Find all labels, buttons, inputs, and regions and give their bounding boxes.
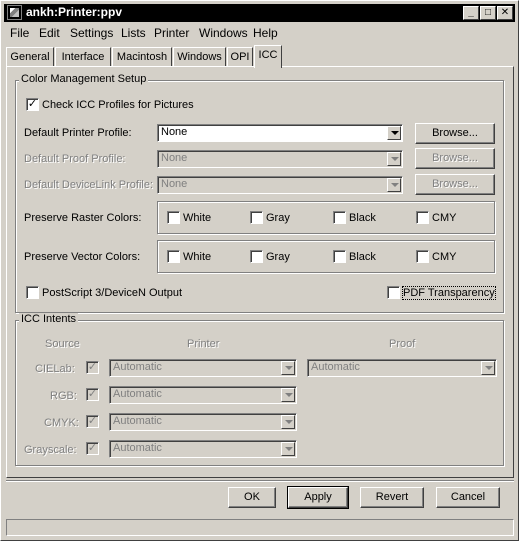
menu-edit[interactable]: Edit: [39, 26, 60, 40]
tab-icc[interactable]: ICC: [254, 45, 282, 68]
intent-rgb-checkbox[interactable]: ✓: [86, 388, 99, 401]
preserve-vector-label: Preserve Vector Colors:: [24, 251, 141, 263]
intent-cielab-proof-value: Automatic: [311, 361, 360, 373]
menu-printer[interactable]: Printer: [154, 26, 189, 40]
title-bar[interactable]: ankh:Printer:ppv _ □ ✕: [4, 4, 515, 22]
maximize-button[interactable]: □: [480, 6, 496, 20]
postscript3-checkbox[interactable]: [26, 286, 39, 299]
menu-file[interactable]: File: [10, 26, 29, 40]
apply-button[interactable]: Apply: [287, 486, 349, 509]
status-bar: [6, 519, 514, 536]
intent-grayscale-printer-select[interactable]: Automatic: [109, 440, 297, 458]
menu-lists[interactable]: Lists: [121, 26, 146, 40]
vector-white-label: White: [183, 251, 212, 263]
printer-settings-window: ankh:Printer:ppv _ □ ✕ File Edit Setting…: [0, 0, 519, 541]
default-proof-profile-value: None: [161, 152, 188, 164]
menu-windows[interactable]: Windows: [199, 26, 248, 40]
pdf-transparency-label: PDF Transparency: [402, 286, 496, 300]
vector-gray-checkbox[interactable]: [250, 250, 263, 263]
app-icon[interactable]: [7, 5, 22, 20]
intent-row-cmyk-label: CMYK:: [44, 417, 79, 429]
raster-white-label: White: [183, 212, 212, 224]
proof-header: Proof: [389, 338, 416, 350]
revert-button[interactable]: Revert: [360, 487, 424, 508]
raster-black-label: Black: [349, 212, 376, 224]
raster-gray-label: Gray: [266, 212, 290, 224]
chevron-down-icon[interactable]: [281, 388, 295, 402]
check-icc-label: Check ICC Profiles for Pictures: [42, 99, 194, 111]
default-devicelink-profile-label: Default DeviceLink Profile:: [24, 179, 154, 191]
vector-cmy-checkbox[interactable]: [416, 250, 429, 263]
default-printer-profile-select[interactable]: None: [157, 124, 403, 142]
default-proof-profile-label: Default Proof Profile:: [24, 153, 126, 165]
tab-general[interactable]: General: [6, 47, 54, 67]
postscript3-label: PostScript 3/DeviceN Output: [42, 287, 183, 299]
source-header: Source: [45, 338, 80, 350]
menu-help[interactable]: Help: [253, 26, 278, 40]
chevron-down-icon[interactable]: [481, 361, 495, 375]
raster-white-checkbox[interactable]: [167, 211, 180, 224]
intent-rgb-printer-value: Automatic: [113, 388, 162, 400]
browse-devicelink-profile-button[interactable]: Browse...: [415, 174, 495, 195]
printer-header: Printer: [187, 338, 220, 350]
default-devicelink-profile-select[interactable]: None: [157, 176, 403, 194]
default-proof-profile-select[interactable]: None: [157, 150, 403, 168]
intent-rgb-printer-select[interactable]: Automatic: [109, 386, 297, 404]
chevron-down-icon[interactable]: [387, 152, 401, 166]
close-button[interactable]: ✕: [497, 6, 513, 20]
raster-cmy-checkbox[interactable]: [416, 211, 429, 224]
chevron-down-icon[interactable]: [281, 361, 295, 375]
intent-cmyk-printer-select[interactable]: Automatic: [109, 413, 297, 431]
tab-windows[interactable]: Windows: [173, 47, 226, 67]
cancel-button[interactable]: Cancel: [436, 487, 500, 508]
divider: [6, 480, 514, 482]
intent-grayscale-printer-value: Automatic: [113, 442, 162, 454]
icc-intents-legend: ICC Intents: [19, 313, 79, 325]
intent-grayscale-checkbox[interactable]: ✓: [86, 442, 99, 455]
default-printer-profile-label: Default Printer Profile:: [24, 127, 132, 139]
raster-cmy-label: CMY: [432, 212, 457, 224]
tab-opi[interactable]: OPI: [227, 47, 253, 67]
chevron-down-icon[interactable]: [281, 442, 295, 456]
chevron-down-icon[interactable]: [387, 126, 401, 140]
window-title: ankh:Printer:ppv: [26, 5, 123, 19]
vector-white-checkbox[interactable]: [167, 250, 180, 263]
tab-macintosh[interactable]: Macintosh: [112, 47, 172, 67]
icc-tab-panel: Color Management Setup ✓ Check ICC Profi…: [6, 66, 514, 478]
vector-black-checkbox[interactable]: [333, 250, 346, 263]
default-printer-profile-value: None: [161, 126, 188, 138]
intent-cielab-proof-select[interactable]: Automatic: [307, 359, 497, 377]
pdf-transparency-checkbox[interactable]: [387, 286, 400, 299]
vector-cmy-label: CMY: [432, 251, 457, 263]
preserve-raster-label: Preserve Raster Colors:: [24, 212, 142, 224]
intent-cielab-printer-select[interactable]: Automatic: [109, 359, 297, 377]
intent-cmyk-printer-value: Automatic: [113, 415, 162, 427]
color-management-legend: Color Management Setup: [19, 73, 149, 85]
minimize-button[interactable]: _: [463, 6, 479, 20]
tab-interface[interactable]: Interface: [55, 47, 111, 67]
intent-cmyk-checkbox[interactable]: ✓: [86, 415, 99, 428]
intent-row-grayscale-label: Grayscale:: [24, 444, 77, 456]
browse-proof-profile-button[interactable]: Browse...: [415, 148, 495, 169]
chevron-down-icon[interactable]: [387, 178, 401, 192]
ok-button[interactable]: OK: [228, 487, 276, 508]
vector-black-label: Black: [349, 251, 376, 263]
intent-cielab-checkbox[interactable]: ✓: [86, 361, 99, 374]
check-icc-checkbox[interactable]: ✓: [26, 98, 39, 111]
intent-row-rgb-label: RGB:: [50, 390, 77, 402]
default-devicelink-profile-value: None: [161, 178, 188, 190]
color-management-group: [15, 80, 504, 313]
menu-settings[interactable]: Settings: [70, 26, 113, 40]
raster-gray-checkbox[interactable]: [250, 211, 263, 224]
raster-black-checkbox[interactable]: [333, 211, 346, 224]
intent-row-cielab-label: CIELab:: [35, 363, 75, 375]
vector-gray-label: Gray: [266, 251, 290, 263]
browse-printer-profile-button[interactable]: Browse...: [415, 123, 495, 144]
chevron-down-icon[interactable]: [281, 415, 295, 429]
intent-cielab-printer-value: Automatic: [113, 361, 162, 373]
